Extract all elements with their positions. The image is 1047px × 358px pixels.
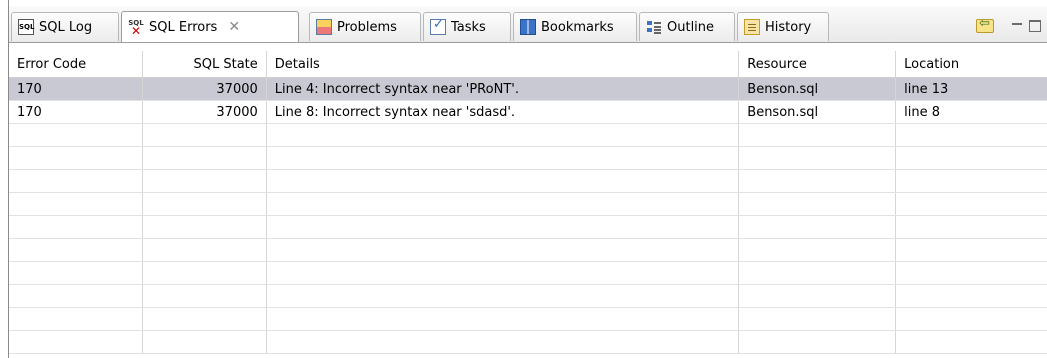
sql-state-cell: 37000 — [143, 101, 267, 123]
tab-label: Bookmarks — [541, 19, 614, 35]
tab-sql-errors[interactable]: SQL ✕ SQL Errors ✕ — [121, 11, 299, 42]
history-icon — [744, 19, 760, 35]
tab-problems[interactable]: Problems — [309, 12, 421, 41]
tab-label: Tasks — [451, 19, 486, 35]
link-with-editor-icon — [976, 16, 994, 33]
table-row[interactable]: 170 37000 Line 4: Incorrect syntax near … — [9, 78, 1047, 101]
tab-label: Outline — [667, 19, 715, 35]
maximize-button[interactable] — [1025, 16, 1045, 36]
resource-cell: Benson.sql — [739, 78, 897, 100]
details-cell: Line 4: Incorrect syntax near 'PRoNT'. — [267, 78, 740, 100]
tasks-icon — [430, 17, 446, 35]
tab-label: SQL Log — [39, 19, 93, 35]
empty-row — [9, 285, 1047, 308]
error-code-cell: 170 — [9, 78, 143, 100]
sql-errors-view: SQL SQL Log SQL✕ SQL Errors ✕ Problems T… — [8, 0, 1047, 358]
tab-history[interactable]: History — [737, 12, 829, 41]
close-icon[interactable]: ✕ — [228, 19, 240, 35]
empty-row — [9, 170, 1047, 193]
column-header-details[interactable]: Details — [267, 51, 740, 77]
tab-label: SQL Errors — [149, 19, 218, 35]
minimize-button[interactable] — [1007, 16, 1027, 36]
location-cell: line 13 — [904, 81, 949, 97]
empty-row — [9, 193, 1047, 216]
tab-label: History — [765, 19, 812, 35]
empty-row — [9, 216, 1047, 239]
resource-cell: Benson.sql — [739, 101, 897, 123]
errors-table: Error Code SQL State Details Resource Lo… — [9, 43, 1047, 358]
details-cell: Line 8: Incorrect syntax near 'sdasd'. — [267, 101, 740, 123]
empty-row — [9, 147, 1047, 170]
error-code-cell: 170 — [9, 101, 143, 123]
sql-errors-icon: SQL ✕ — [128, 19, 144, 38]
tab-label: Problems — [337, 19, 397, 35]
empty-row — [9, 331, 1047, 354]
column-header-resource[interactable]: Resource — [739, 51, 897, 77]
tab-bookmarks[interactable]: Bookmarks — [513, 12, 637, 41]
empty-row — [9, 124, 1047, 147]
location-cell: line 8 — [904, 104, 941, 120]
view-tab-bar: SQL SQL Log SQL✕ SQL Errors ✕ Problems T… — [9, 6, 1047, 43]
tab-tasks[interactable]: Tasks — [423, 12, 511, 41]
sql-state-cell: 37000 — [143, 78, 267, 100]
empty-row — [9, 308, 1047, 331]
minimize-icon — [1011, 20, 1023, 32]
maximize-icon — [1029, 20, 1041, 32]
table-row[interactable]: 170 37000 Line 8: Incorrect syntax near … — [9, 101, 1047, 124]
tab-outline[interactable]: Outline — [639, 12, 735, 41]
tab-sql-log[interactable]: SQL SQL Log — [11, 12, 119, 41]
bookmarks-icon — [520, 19, 536, 35]
table-header: Error Code SQL State Details Resource Lo… — [9, 51, 1047, 78]
column-header-sql-state[interactable]: SQL State — [143, 51, 267, 77]
outline-icon — [646, 19, 662, 35]
sql-log-icon: SQL — [18, 19, 34, 35]
column-header-error-code[interactable]: Error Code — [9, 51, 143, 77]
problems-icon — [316, 19, 332, 35]
empty-row — [9, 239, 1047, 262]
link-with-editor-button[interactable] — [975, 16, 995, 36]
column-header-location[interactable]: Location — [896, 51, 1047, 77]
empty-row — [9, 262, 1047, 285]
